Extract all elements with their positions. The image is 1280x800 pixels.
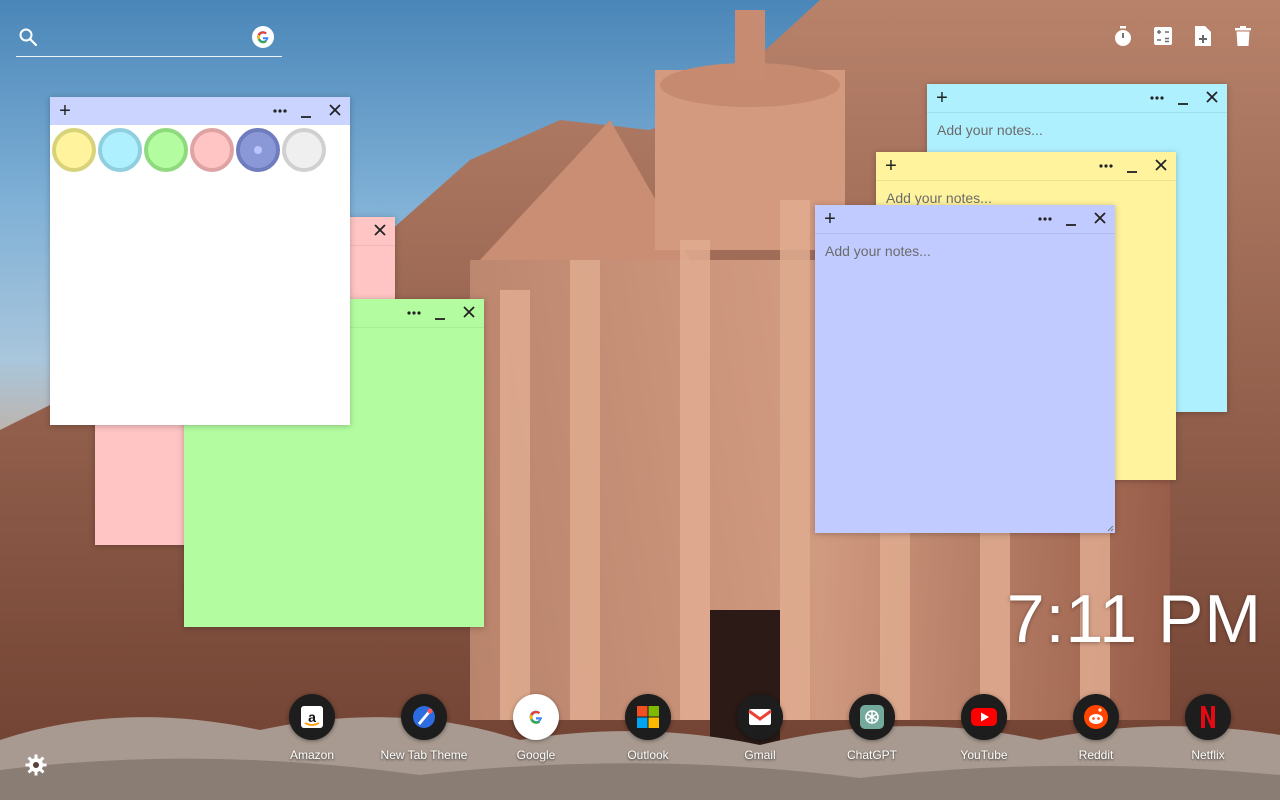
- chatgpt-icon: [849, 694, 895, 740]
- search-input[interactable]: [48, 26, 242, 52]
- dock-label: Reddit: [1078, 748, 1114, 762]
- gmail-icon: [737, 694, 783, 740]
- minimize-icon[interactable]: [298, 97, 314, 121]
- color-swatch-blue[interactable]: [236, 128, 280, 172]
- add-note-icon[interactable]: +: [883, 154, 899, 178]
- note-header[interactable]: +: [927, 84, 1227, 113]
- minimize-icon[interactable]: [432, 299, 448, 323]
- color-palette: [50, 125, 350, 175]
- minimize-icon[interactable]: [1124, 152, 1140, 176]
- dock-item-outlook[interactable]: Outlook: [598, 694, 698, 762]
- dock-label: New Tab Theme: [380, 748, 468, 762]
- more-options-icon[interactable]: [1149, 88, 1165, 108]
- more-options-icon[interactable]: [272, 101, 288, 121]
- dock-label: Amazon: [289, 748, 335, 762]
- more-options-icon[interactable]: [1098, 156, 1114, 176]
- minimize-icon[interactable]: [1175, 84, 1191, 108]
- dock-item-youtube[interactable]: YouTube: [934, 694, 1034, 762]
- close-icon[interactable]: [460, 303, 478, 321]
- google-search-icon[interactable]: [252, 26, 274, 48]
- color-swatch-green[interactable]: [144, 128, 188, 172]
- svg-text:a: a: [308, 709, 316, 725]
- color-swatch-yellow[interactable]: [52, 128, 96, 172]
- note-header[interactable]: +: [50, 97, 350, 125]
- dock-label: Netflix: [1191, 748, 1225, 762]
- dock-item-chatgpt[interactable]: ChatGPT: [822, 694, 922, 762]
- dock-label: YouTube: [960, 748, 1008, 762]
- new-tab-theme-icon: [401, 694, 447, 740]
- top-toolbar: [1112, 24, 1254, 48]
- color-swatch-pink[interactable]: [190, 128, 234, 172]
- netflix-icon: [1185, 694, 1231, 740]
- resize-grip-icon[interactable]: [1106, 524, 1114, 532]
- dock-label: Gmail: [744, 748, 776, 762]
- dock-item-gmail[interactable]: Gmail: [710, 694, 810, 762]
- add-note-icon[interactable]: +: [57, 99, 73, 123]
- reddit-icon: [1073, 694, 1119, 740]
- note-textarea[interactable]: [815, 233, 1115, 533]
- dock-item-new-tab-theme[interactable]: New Tab Theme: [374, 694, 474, 762]
- close-icon[interactable]: [371, 221, 389, 239]
- google-icon: [513, 694, 559, 740]
- more-options-icon[interactable]: [1037, 209, 1053, 229]
- new-note-icon[interactable]: [1192, 24, 1214, 48]
- youtube-icon: [961, 694, 1007, 740]
- dock-item-amazon[interactable]: a Amazon: [262, 694, 362, 762]
- dock-label: Outlook: [627, 748, 669, 762]
- note-header[interactable]: +: [876, 152, 1176, 181]
- timer-icon[interactable]: [1112, 24, 1134, 48]
- dock-label: Google: [516, 748, 556, 762]
- more-options-icon[interactable]: [406, 303, 422, 323]
- search-bar: [16, 22, 282, 57]
- add-note-icon[interactable]: +: [934, 86, 950, 110]
- close-icon[interactable]: [1203, 88, 1221, 106]
- trash-icon[interactable]: [1232, 24, 1254, 48]
- settings-gear-icon[interactable]: [24, 753, 48, 777]
- outlook-icon: [625, 694, 671, 740]
- close-icon[interactable]: [1091, 209, 1109, 227]
- sticky-note-blue[interactable]: +: [815, 205, 1115, 533]
- amazon-icon: a: [289, 694, 335, 740]
- close-icon[interactable]: [1152, 156, 1170, 174]
- close-icon[interactable]: [326, 101, 344, 119]
- color-swatch-cyan[interactable]: [98, 128, 142, 172]
- dock-item-reddit[interactable]: Reddit: [1046, 694, 1146, 762]
- minimize-icon[interactable]: [1063, 205, 1079, 229]
- dock-label: ChatGPT: [846, 748, 897, 762]
- note-header[interactable]: +: [815, 205, 1115, 234]
- add-note-icon[interactable]: +: [822, 207, 838, 231]
- search-icon[interactable]: [18, 27, 38, 47]
- dock-item-google[interactable]: Google: [486, 694, 586, 762]
- calculator-icon[interactable]: [1152, 24, 1174, 48]
- dock-item-netflix[interactable]: Netflix: [1158, 694, 1258, 762]
- sticky-note-white[interactable]: +: [50, 97, 350, 425]
- clock: 7:11 PM: [1006, 581, 1262, 657]
- color-swatch-white[interactable]: [282, 128, 326, 172]
- shortcut-dock: a Amazon New Tab Theme Google Outlook Gm: [0, 694, 1280, 774]
